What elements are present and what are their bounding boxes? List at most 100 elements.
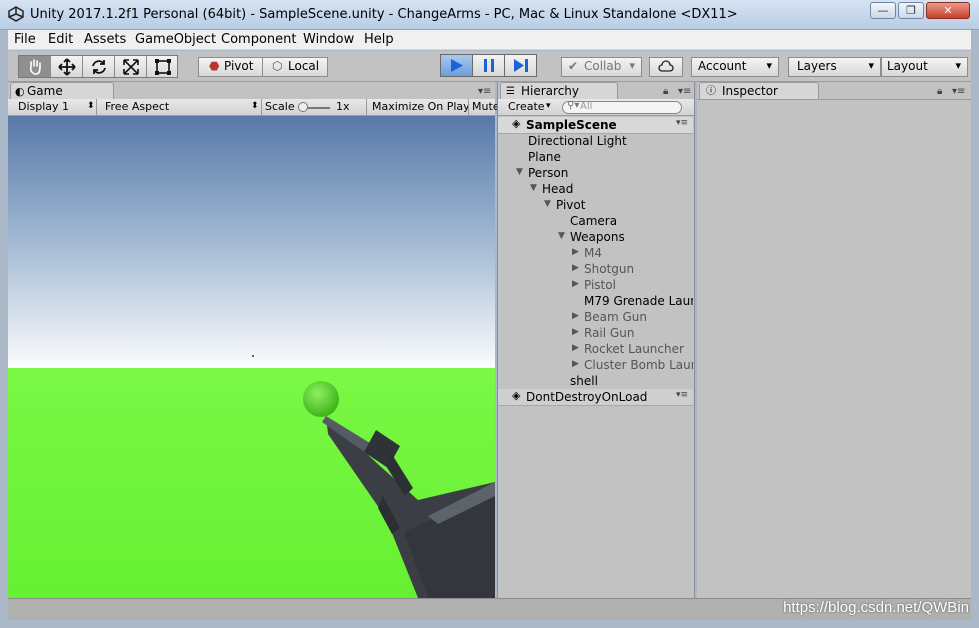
collapse-arrow-icon[interactable]: ▶ [572, 311, 579, 321]
menu-gameobject[interactable]: GameObject [135, 32, 216, 47]
move-tool-icon[interactable] [51, 56, 83, 77]
hierarchy-item-label: Cluster Bomb Launcher [584, 358, 693, 372]
hierarchy-item-label: DontDestroyOnLoad [526, 390, 648, 404]
hierarchy-item-label: Pistol [584, 278, 616, 292]
collapse-arrow-icon[interactable]: ▶ [572, 327, 579, 337]
playback-controls [440, 54, 537, 77]
collapse-arrow-icon[interactable]: ▶ [572, 279, 579, 289]
inspector-lock-icon[interactable]: 🔒︎ [937, 86, 942, 97]
collab-dropdown[interactable]: ✔ Collab [561, 57, 642, 77]
watermark-text: https://blog.csdn.net/QWBin [783, 599, 969, 616]
hierarchy-item-label: shell [570, 374, 598, 388]
step-icon [514, 59, 528, 72]
aspect-dropdown[interactable]: Free Aspect [105, 100, 169, 113]
game-scene-render [8, 116, 495, 598]
hierarchy-scene-row[interactable]: ▼◈▾≡SampleScene [498, 117, 693, 134]
hierarchy-tab-icon: ☰ [506, 86, 515, 97]
layers-dropdown[interactable]: Layers [788, 57, 881, 77]
hierarchy-item-label: Shotgun [584, 262, 635, 276]
menu-bar: File Edit Assets GameObject Component Wi… [8, 30, 971, 50]
display-dropdown-arrow-icon: ⬍ [87, 101, 95, 111]
scale-value: 1x [336, 100, 350, 113]
hierarchy-item[interactable]: ▶ Rocket Launcher [498, 341, 693, 357]
hierarchy-item-label: Directional Light [528, 134, 627, 148]
hierarchy-item[interactable]: Plane [498, 149, 693, 165]
expand-arrow-icon[interactable]: ▼ [558, 231, 565, 241]
collapse-arrow-icon[interactable]: ▶ [572, 263, 579, 273]
expand-arrow-icon[interactable]: ▼ [544, 199, 551, 209]
hierarchy-toolbar: Create ▾ ⚲▾ All [498, 99, 694, 116]
pause-button[interactable] [473, 55, 505, 76]
hierarchy-search-input[interactable]: ⚲▾ All [562, 100, 682, 114]
hierarchy-item[interactable]: ▼ Person [498, 165, 693, 181]
hierarchy-item-label: Camera [570, 214, 618, 228]
hierarchy-item[interactable]: Camera [498, 213, 693, 229]
close-button[interactable]: ✕ [926, 2, 970, 19]
menu-window[interactable]: Window [303, 32, 354, 47]
create-dropdown[interactable]: Create [508, 100, 545, 113]
hierarchy-item[interactable]: shell [498, 373, 693, 389]
local-toggle[interactable]: ⬡ Local [262, 57, 328, 77]
cloud-button[interactable] [649, 57, 683, 77]
hierarchy-item[interactable]: ▼ Head [498, 181, 693, 197]
menu-component[interactable]: Component [221, 32, 296, 47]
search-icon: ⚲▾ [567, 100, 580, 111]
hierarchy-item[interactable]: ▶ Shotgun [498, 261, 693, 277]
maximize-button[interactable]: ❐ [898, 2, 924, 19]
scene-menu-icon[interactable]: ▾≡ [676, 118, 688, 128]
expand-arrow-icon[interactable]: ▼ [516, 167, 523, 177]
scale-tool-icon[interactable] [115, 56, 147, 77]
play-button[interactable] [441, 55, 473, 76]
hierarchy-item-label: Head [542, 182, 574, 196]
hierarchy-item[interactable]: ▶ M4 [498, 245, 693, 261]
collapse-arrow-icon[interactable]: ▶ [572, 247, 579, 257]
maximize-on-play-toggle[interactable]: Maximize On Play [372, 100, 470, 113]
window-title: Unity 2017.1.2f1 Personal (64bit) - Samp… [30, 7, 738, 22]
game-viewport[interactable] [8, 116, 495, 598]
inspector-menu-icon[interactable]: ▾≡ [952, 86, 965, 97]
display-dropdown[interactable]: Display 1 [18, 100, 69, 113]
menu-file[interactable]: File [14, 32, 36, 47]
menu-help[interactable]: Help [364, 32, 394, 47]
hand-tool-icon[interactable] [19, 56, 51, 77]
pivot-toggle[interactable]: ⬣ Pivot [198, 57, 264, 77]
pivot-label: Pivot [224, 59, 254, 73]
layout-dropdown[interactable]: Layout [881, 57, 968, 77]
collapse-arrow-icon[interactable]: ▶ [572, 343, 579, 353]
expand-arrow-icon[interactable]: ▼ [530, 183, 537, 193]
aspect-dropdown-arrow-icon: ⬍ [251, 101, 259, 111]
hierarchy-item[interactable]: ▶ Pistol [498, 277, 693, 293]
hierarchy-lock-icon[interactable]: 🔒︎ [663, 86, 668, 97]
hierarchy-scene-row[interactable]: ▶◈▾≡DontDestroyOnLoad [498, 389, 693, 406]
scale-label: Scale [265, 100, 295, 113]
step-button[interactable] [505, 55, 536, 76]
menu-assets[interactable]: Assets [84, 32, 126, 47]
hierarchy-item-label: Pivot [556, 198, 586, 212]
transform-tools [18, 55, 178, 78]
scene-menu-icon[interactable]: ▾≡ [676, 390, 688, 400]
hierarchy-item[interactable]: ▼ Pivot [498, 197, 693, 213]
collapse-arrow-icon[interactable]: ▶ [572, 359, 579, 369]
rotate-tool-icon[interactable] [83, 56, 115, 77]
panel-menu-icon[interactable]: ▾≡ [478, 86, 491, 97]
hierarchy-item[interactable]: ▼ Weapons [498, 229, 693, 245]
inspector-content [697, 99, 971, 598]
scale-slider-thumb[interactable] [298, 102, 308, 112]
hierarchy-item[interactable]: Directional Light [498, 133, 693, 149]
rect-tool-icon[interactable] [147, 56, 178, 77]
inspector-panel: ⓘ Inspector 🔒︎ ▾≡ [697, 82, 971, 598]
game-tab-icon: ◐ [15, 85, 25, 98]
hierarchy-panel: ☰ Hierarchy 🔒︎ ▾≡ Create ▾ ⚲▾ All ▼ ◈ ▾≡ Sa… [497, 82, 695, 598]
hierarchy-menu-icon[interactable]: ▾≡ [678, 86, 691, 97]
hierarchy-item[interactable]: ▶ Beam Gun [498, 309, 693, 325]
minimize-button[interactable]: — [870, 2, 896, 19]
toolbar: ⬣ Pivot ⬡ Local ✔ Collab Account Layers … [8, 51, 971, 82]
hierarchy-item[interactable]: ▶ Cluster Bomb Launcher [498, 357, 693, 373]
unity-scene-icon: ◈ [512, 389, 521, 402]
menu-edit[interactable]: Edit [48, 32, 73, 47]
hierarchy-item[interactable]: ▶ Rail Gun [498, 325, 693, 341]
mute-audio-toggle[interactable]: Mute [472, 100, 500, 113]
hierarchy-item-label: M79 Grenade Launcher [584, 294, 693, 308]
hierarchy-item[interactable]: M79 Grenade Launcher [498, 293, 693, 309]
account-dropdown[interactable]: Account [691, 57, 779, 77]
